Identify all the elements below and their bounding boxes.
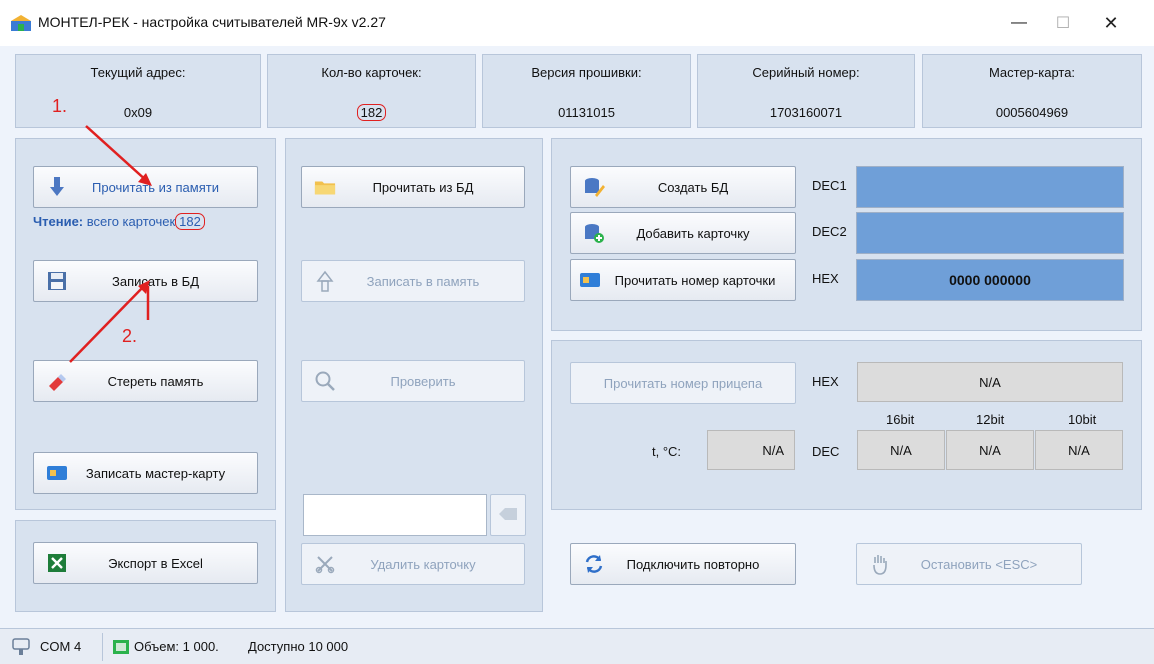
volume-label: Объем: 1 000. xyxy=(134,639,219,654)
available-label: Доступно 10 000 xyxy=(248,639,349,654)
status-bar: COM 4 Объем: 1 000. Доступно 10 000 xyxy=(0,628,1154,664)
port-label: COM 4 xyxy=(40,639,82,654)
port-icon xyxy=(10,637,32,660)
volume-icon xyxy=(112,639,130,658)
arrow-1-line xyxy=(85,125,149,183)
arrow-2a-line xyxy=(69,283,147,363)
annotation-arrows xyxy=(69,125,152,363)
